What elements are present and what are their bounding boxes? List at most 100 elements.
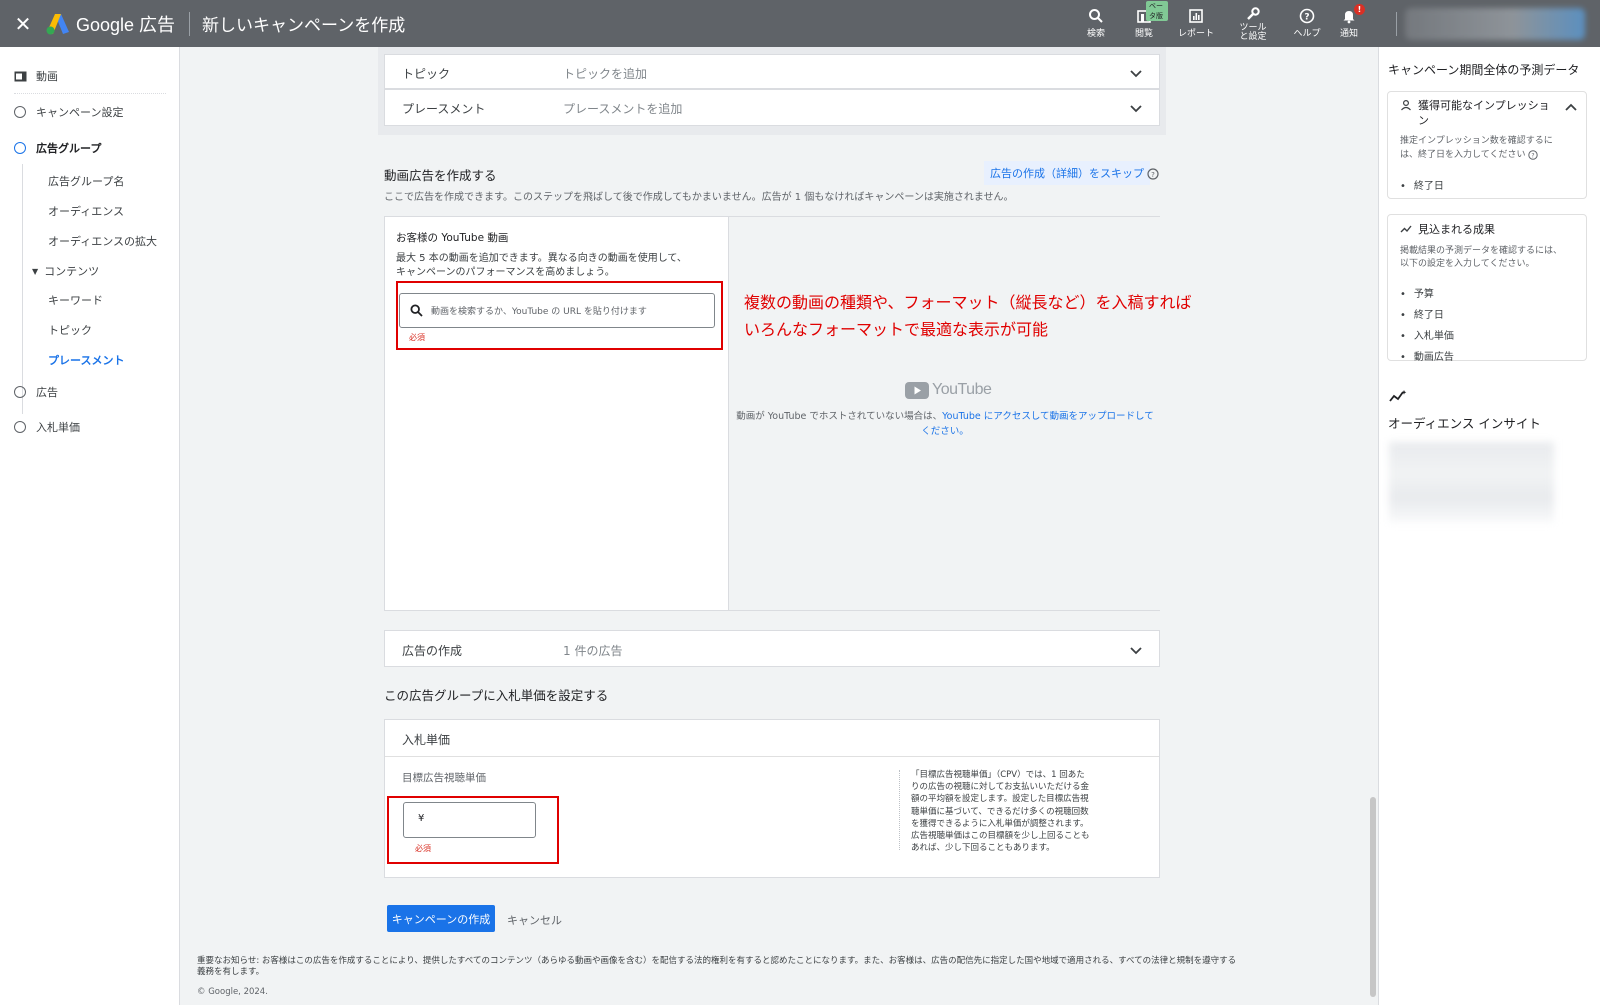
help-circle-icon[interactable]: ? <box>1147 168 1159 180</box>
target-cpv-label: 目標広告視聴単価 <box>402 772 486 784</box>
skip-details-link[interactable]: 広告の作成（詳細）をスキップ <box>984 161 1150 185</box>
results-desc-line: 掲載結果の予測データを確認するには、 <box>1400 246 1563 256</box>
upload-youtube-link[interactable]: YouTube にアクセスして動画をアップロードして <box>942 411 1154 422</box>
notifications-label: 通知 <box>1339 29 1358 39</box>
video-ad-heading: 動画広告を作成する <box>384 168 497 183</box>
annotation-line-1: 複数の動画の種類や、フォーマット（縦長など）を入稿すれば <box>744 293 1192 312</box>
trending-up-icon <box>1400 225 1412 233</box>
copyright: © Google, 2024. <box>197 987 268 997</box>
ad-creation-row[interactable]: 広告の作成 1 件の広告 <box>384 630 1160 667</box>
placement-value: プレースメントを追加 <box>563 102 683 116</box>
close-icon[interactable]: ✕ <box>0 12 46 36</box>
tools-button[interactable]: ツールと設定 <box>1224 0 1282 47</box>
create-campaign-button[interactable]: キャンペーンの作成 <box>387 905 495 932</box>
help-label: ヘルプ <box>1293 29 1321 39</box>
topic-label: トピック <box>402 67 451 81</box>
account-switcher[interactable] <box>1405 8 1585 40</box>
placement-label: プレースメント <box>402 102 486 116</box>
insights-sparkle-icon <box>1389 390 1407 402</box>
help-circle-icon[interactable]: ? <box>1528 150 1539 160</box>
nav-topics[interactable]: トピック <box>48 322 92 338</box>
legal-notice-text-cont: 義務を有します。 <box>197 967 265 977</box>
video-icon <box>14 71 27 81</box>
page-title: 新しいキャンペーンを作成 <box>202 16 406 36</box>
skip-details-label: 広告の作成（詳細）をスキップ <box>990 167 1144 180</box>
nav-audience-expansion[interactable]: オーディエンスの拡大 <box>48 233 157 249</box>
notifications-button[interactable]: ! 通知 <box>1332 0 1366 47</box>
results-desc: 掲載結果の予測データを確認するには、 以下の設定を入力してください。 <box>1400 245 1562 271</box>
scrollbar-thumb[interactable] <box>1370 797 1376 997</box>
youtube-wordmark: YouTube <box>932 381 992 398</box>
cpv-help-line: あれば、少し下回ることもあります。 <box>911 843 1055 854</box>
chevron-down-icon <box>1130 647 1142 655</box>
divider <box>189 11 191 36</box>
nav-video[interactable]: 動画 <box>14 68 58 84</box>
nav-campaign-settings[interactable]: キャンペーン設定 <box>14 104 123 120</box>
create-campaign-label: キャンペーンの作成 <box>391 912 491 926</box>
cpv-help-line: 額の平均額を設定します。設定した目標広告視 <box>911 794 1089 805</box>
search-icon <box>1089 9 1103 23</box>
nav-audience[interactable]: オーディエンス <box>48 203 124 219</box>
not-hosted-text: 動画が YouTube でホストされていない場合は、 <box>736 411 943 422</box>
main-scrollbar[interactable] <box>1368 47 1378 1005</box>
google-ads-logo[interactable]: Google 広告 <box>46 11 175 37</box>
nav-ad-group-name[interactable]: 広告グループ名 <box>48 173 124 189</box>
help-button[interactable]: ? ヘルプ <box>1282 0 1332 47</box>
youtube-logo: YouTube <box>905 381 992 399</box>
step-circle-icon <box>14 106 26 118</box>
tools-label: ツールと設定 <box>1239 22 1267 42</box>
upload-youtube-link-cont[interactable]: ください。 <box>921 426 969 437</box>
chevron-down-icon <box>1130 70 1142 78</box>
search-button[interactable]: 検索 <box>1072 0 1120 47</box>
ad-creation-count: 1 件の広告 <box>563 644 623 658</box>
impressions-desc: 推定インプレッション数を確認するに は、終了日を入力してください ? <box>1400 134 1553 162</box>
youtube-videos-title: お客様の YouTube 動画 <box>396 232 509 244</box>
step-circle-active-icon <box>14 142 26 154</box>
cancel-button[interactable]: キャンセル <box>507 912 562 928</box>
report-label: レポート <box>1177 29 1214 39</box>
svg-text:?: ? <box>1304 13 1309 23</box>
topic-row[interactable]: トピック トピックを追加 <box>384 54 1160 89</box>
impressions-title: 獲得可能なインプレッション <box>1418 99 1550 127</box>
chevron-up-icon[interactable] <box>1565 102 1577 112</box>
view-button[interactable]: ベータ版 閲覧 <box>1120 0 1168 47</box>
requirement-item: 入札単価 <box>1400 327 1454 342</box>
left-navigation: 動画 キャンペーン設定 広告グループ 広告グループ名 オーディエンス オーディエ… <box>0 47 180 1005</box>
requirement-item: 終了日 <box>1400 177 1444 192</box>
nav-content[interactable]: ▼ コンテンツ <box>32 263 99 279</box>
impressions-desc-line: は、終了日を入力してください <box>1400 150 1526 160</box>
video-ad-editor: お客様の YouTube 動画 最大 5 本の動画を追加できます。異なる向きの動… <box>384 216 1160 611</box>
requirement-item: 動画広告 <box>1400 348 1454 363</box>
nav-keywords[interactable]: キーワード <box>48 292 103 308</box>
top-icons: 検索 ベータ版 閲覧 レポート ツールと設定 ? ヘルプ ! 通知 <box>1072 0 1366 47</box>
svg-text:?: ? <box>1532 153 1535 160</box>
impressions-requirements: 終了日 <box>1400 177 1444 198</box>
legal-notice-text: 重要なお知らせ: お客様はこの広告を作成することにより、提供したすべてのコンテン… <box>197 956 1237 966</box>
requirement-item: 終了日 <box>1400 306 1454 321</box>
audience-insights-content-blurred <box>1389 442 1554 522</box>
cpv-help-line: 広告視聴単価はこの目標額を少し上回ることも <box>911 831 1090 842</box>
topic-value: トピックを追加 <box>563 67 648 81</box>
placement-row[interactable]: プレースメント プレースメントを追加 <box>384 89 1160 126</box>
divider <box>385 756 1159 757</box>
nav-bidding[interactable]: 入札単価 <box>14 419 80 435</box>
view-label: 閲覧 <box>1134 29 1153 39</box>
nav-ads[interactable]: 広告 <box>14 384 58 400</box>
impressions-desc-line: 推定インプレッション数を確認するに <box>1400 136 1553 146</box>
nav-ad-group-label: 広告グループ <box>36 142 102 155</box>
not-hosted-message: 動画が YouTube でホストされていない場合は、YouTube にアクセスし… <box>729 409 1161 439</box>
audience-insights-title: オーディエンス インサイト <box>1388 416 1541 431</box>
nav-ad-group[interactable]: 広告グループ <box>14 140 101 156</box>
tools-icon <box>1247 6 1260 20</box>
report-button[interactable]: レポート <box>1168 0 1224 47</box>
brand-name: Google 広告 <box>76 14 176 35</box>
legal-notice: 重要なお知らせ: お客様はこの広告を作成することにより、提供したすべてのコンテン… <box>197 956 1347 978</box>
requirement-item: 予算 <box>1400 285 1454 300</box>
nav-placements[interactable]: プレースメント <box>48 352 124 368</box>
annotation-text: 複数の動画の種類や、フォーマット（縦長など）を入稿すれば いろんなフォーマットで… <box>744 289 1192 343</box>
report-icon <box>1189 9 1203 23</box>
results-requirements: 予算 終了日 入札単価 動画広告 <box>1400 285 1454 369</box>
step-circle-icon <box>14 421 26 433</box>
nav-bidding-label: 入札単価 <box>36 421 80 434</box>
youtube-videos-desc-1: 最大 5 本の動画を追加できます。異なる向きの動画を使用して、 <box>396 253 687 264</box>
